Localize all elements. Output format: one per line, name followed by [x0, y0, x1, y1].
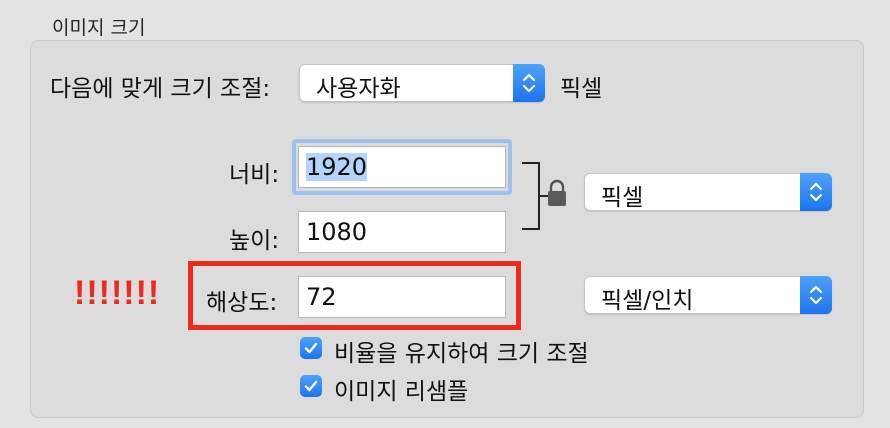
fit-to-label: 다음에 맞게 크기 조절: [50, 76, 271, 102]
dimension-unit-value: 픽셀 [601, 185, 644, 211]
width-value: 1920 [306, 153, 368, 181]
resolution-label: 해상도: [206, 290, 278, 316]
width-label: 너비: [229, 162, 280, 188]
section-title: 이미지 크기 [52, 17, 146, 39]
height-value: 1080 [306, 218, 368, 246]
checkmark-icon [304, 380, 318, 392]
resolution-unit-popup[interactable]: 픽셀/인치 [584, 276, 832, 314]
resolution-unit-value: 픽셀/인치 [601, 288, 694, 314]
chevron-up-down-icon [513, 64, 545, 102]
resample-checkbox[interactable] [300, 375, 322, 397]
resample-label[interactable]: 이미지 리샘플 [334, 372, 468, 406]
lock-icon[interactable] [546, 178, 568, 212]
link-bracket [522, 162, 540, 230]
fit-to-unit: 픽셀 [560, 76, 603, 102]
resolution-field[interactable]: 72 [298, 276, 506, 318]
dimension-unit-popup[interactable]: 픽셀 [584, 173, 832, 211]
chevron-up-down-icon [800, 276, 832, 314]
height-label: 높이: [229, 228, 280, 254]
chevron-up-down-icon [800, 173, 832, 211]
height-field[interactable]: 1080 [298, 211, 506, 253]
width-field[interactable]: 1920 [298, 146, 506, 188]
keep-ratio-label[interactable]: 비율을 유지하여 크기 조절 [334, 334, 589, 368]
checkmark-icon [304, 342, 318, 354]
fit-to-value: 사용자화 [316, 76, 401, 102]
fit-to-popup[interactable]: 사용자화 [299, 64, 545, 102]
keep-ratio-checkbox[interactable] [300, 337, 322, 359]
resolution-value: 72 [306, 283, 337, 311]
annotation-exclamations: !!!!!!! [74, 274, 161, 312]
